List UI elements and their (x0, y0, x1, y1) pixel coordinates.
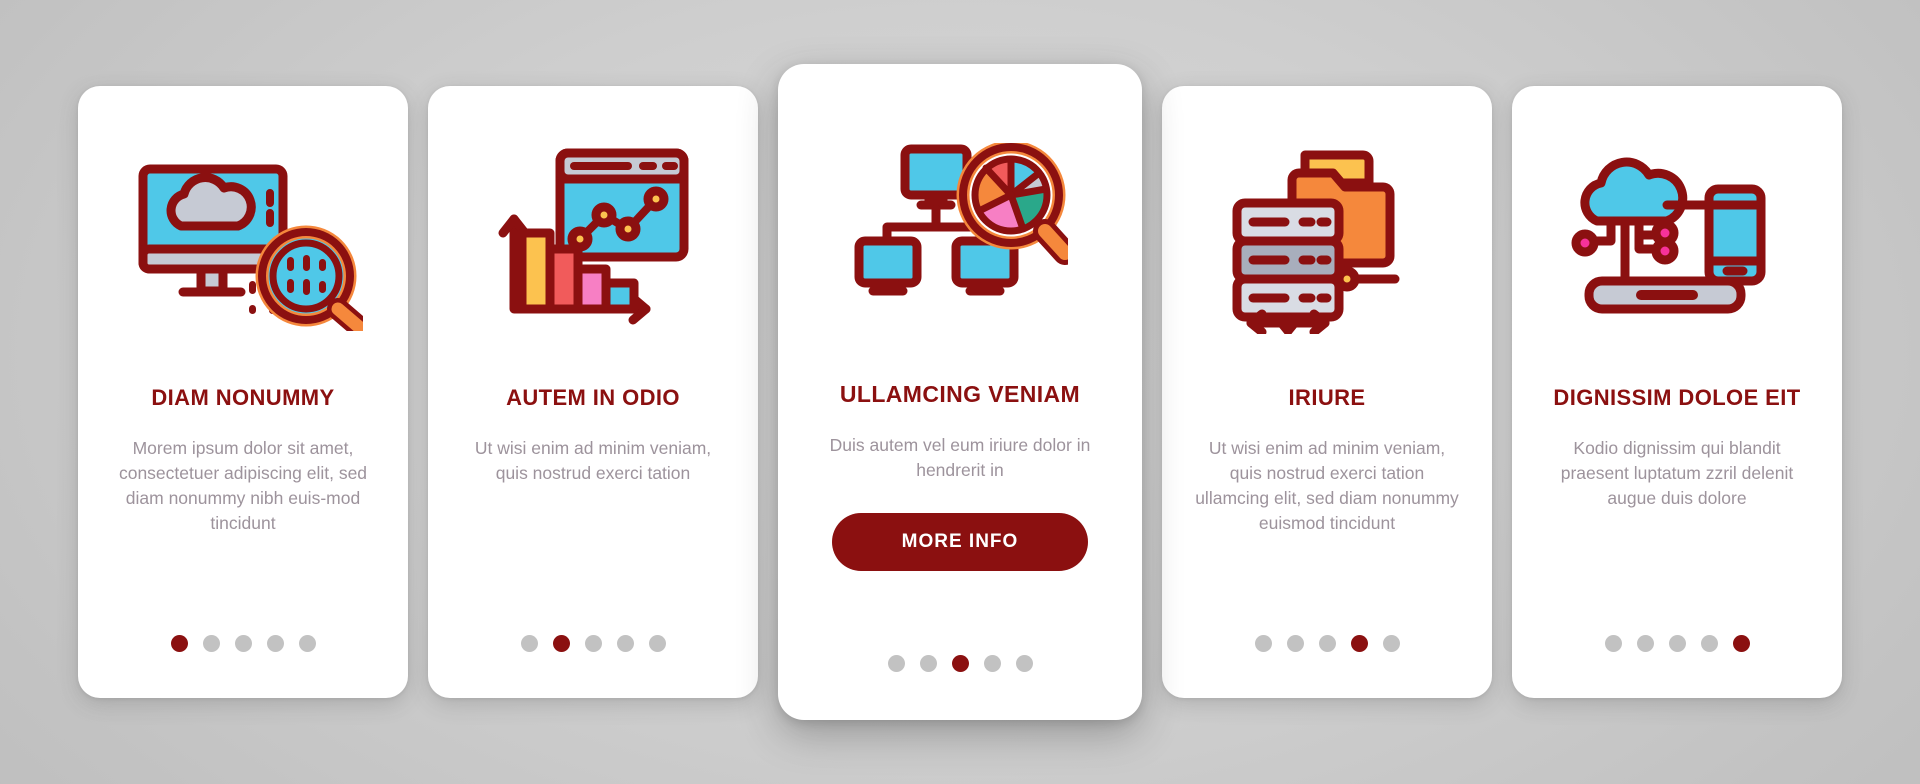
card-title: DIGNISSIM DOLOE EIT (1553, 385, 1801, 410)
pagination-dots (428, 635, 758, 652)
pagination-dot-4[interactable] (266, 635, 284, 652)
onboarding-card-iriure: IRIURE Ut wisi enim ad minim veniam, quis… (1162, 86, 1492, 698)
pagination-dot-5[interactable] (648, 635, 666, 652)
pagination-dot-4[interactable] (616, 635, 634, 652)
monitor-cloud-magnifier-icon (92, 86, 394, 386)
card-title: ULLAMCING VENIAM (839, 381, 1081, 407)
pagination-dot-4[interactable] (1700, 635, 1718, 652)
server-folder-transfer-icon (1176, 86, 1478, 386)
pagination-dots (1162, 635, 1492, 652)
pagination-dot-2[interactable] (202, 635, 220, 652)
onboarding-card-autem-in-odio: AUTEM IN ODIO Ut wisi enim ad minim venia… (428, 86, 758, 698)
pagination-dot-2[interactable] (1286, 635, 1304, 652)
pagination-dot-2[interactable] (919, 655, 937, 672)
card-description: Morem ipsum dolor sit amet, consectetuer… (118, 438, 368, 533)
onboarding-card-diam-nonummy: DIAM NONUMMY Morem ipsum dolor sit amet, … (78, 86, 408, 698)
more-info-button[interactable]: MORE INFO (832, 512, 1088, 571)
pagination-dot-5[interactable] (1382, 635, 1400, 652)
pagination-dots (1512, 635, 1842, 652)
cloud-mobile-laptop-icon (1526, 86, 1828, 386)
network-pie-magnifier-icon (796, 64, 1124, 382)
card-description: Kodio dignissim qui blandit praesent lup… (1560, 438, 1794, 508)
onboarding-card-dignissim-doloe-eit: DIGNISSIM DOLOE EIT Kodio dignissim qui b… (1512, 86, 1842, 698)
pagination-dots (78, 635, 408, 652)
onboarding-screens-board: DIAM NONUMMY Morem ipsum dolor sit amet, … (0, 0, 1920, 784)
card-description: Ut wisi enim ad minim veniam, quis nostr… (474, 438, 712, 484)
pagination-dot-1[interactable] (1604, 635, 1622, 652)
card-title: AUTEM IN ODIO (506, 385, 680, 410)
pagination-dot-2-active[interactable] (552, 635, 570, 652)
card-title: IRIURE (1288, 385, 1366, 410)
card-description: Ut wisi enim ad minim veniam, quis nostr… (1195, 438, 1459, 533)
pagination-dots (778, 655, 1142, 672)
card-description: Duis autem vel eum iriure dolor in hendr… (829, 435, 1091, 481)
bar-line-chart-browser-icon (442, 86, 744, 386)
pagination-dot-1[interactable] (520, 635, 538, 652)
pagination-dot-2[interactable] (1636, 635, 1654, 652)
pagination-dot-5[interactable] (298, 635, 316, 652)
card-title: DIAM NONUMMY (151, 385, 335, 410)
onboarding-card-ullamcing-veniam: ULLAMCING VENIAM Duis autem vel eum iriur… (778, 64, 1142, 720)
pagination-dot-5-active[interactable] (1732, 635, 1750, 652)
pagination-dot-1[interactable] (1254, 635, 1272, 652)
pagination-dot-4-active[interactable] (1350, 635, 1368, 652)
pagination-dot-3[interactable] (234, 635, 252, 652)
pagination-dot-4[interactable] (983, 655, 1001, 672)
pagination-dot-3-active[interactable] (951, 655, 969, 672)
pagination-dot-1[interactable] (887, 655, 905, 672)
pagination-dot-3[interactable] (1668, 635, 1686, 652)
pagination-dot-1-active[interactable] (170, 635, 188, 652)
pagination-dot-3[interactable] (1318, 635, 1336, 652)
pagination-dot-5[interactable] (1015, 655, 1033, 672)
pagination-dot-3[interactable] (584, 635, 602, 652)
